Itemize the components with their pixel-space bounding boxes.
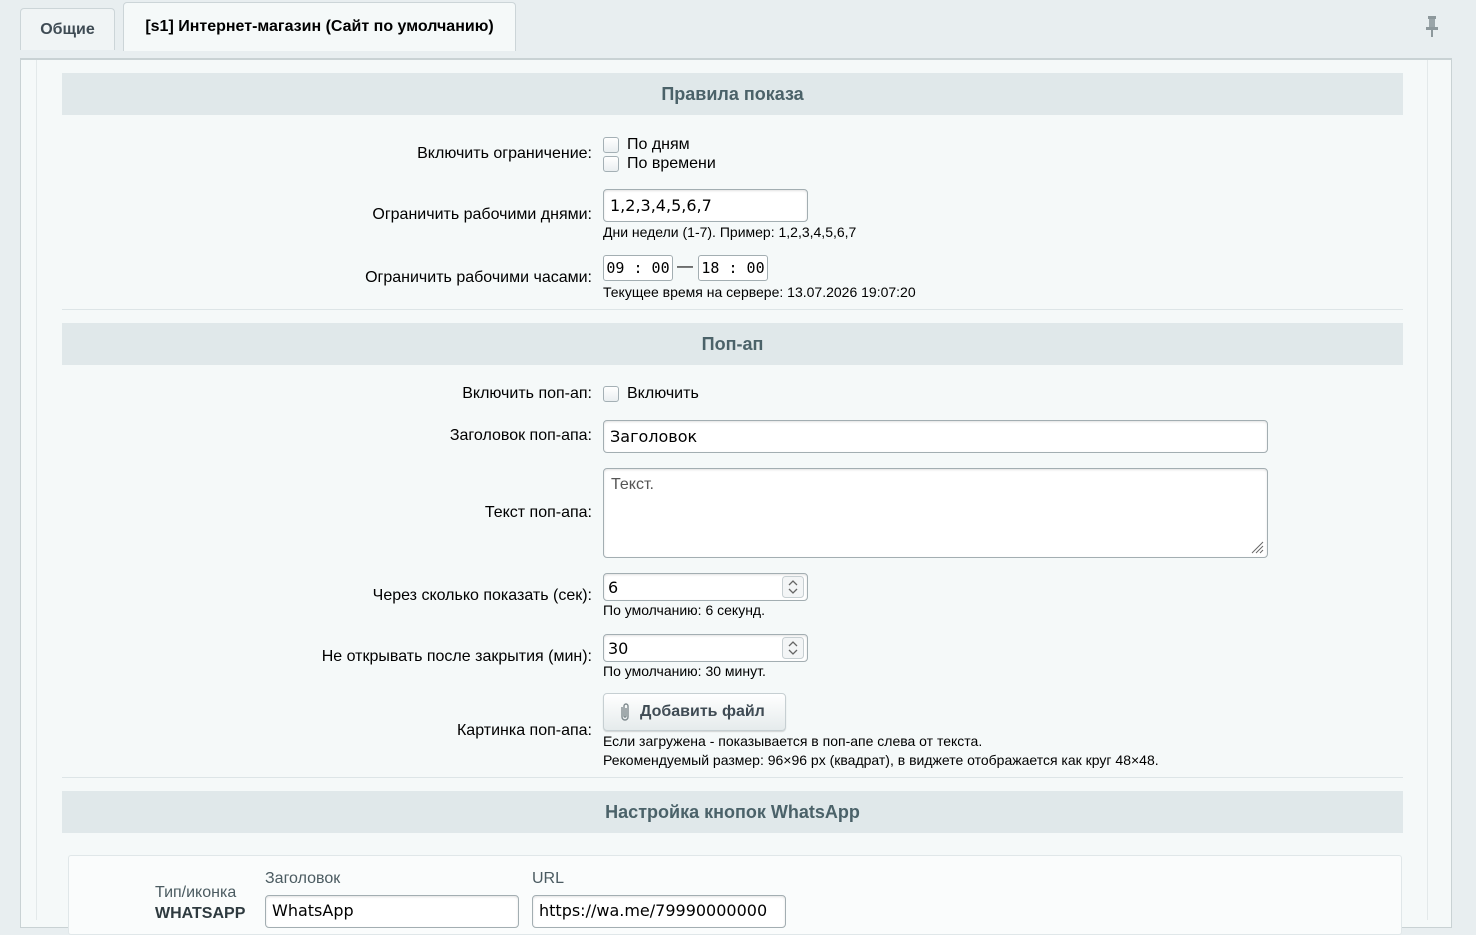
popup-title-input[interactable]: Заголовок [603,420,1268,453]
popup-enable-row[interactable]: Включить [603,385,699,403]
col-head-type: Тип/иконка [155,884,237,901]
popup-image-hint-1: Если загружена - показывается в поп-апе … [603,733,983,749]
divider [62,777,1403,778]
popup-reopen-hint: По умолчанию: 30 минут. [603,663,766,679]
section-title-display-rules: Правила показа [62,73,1403,115]
paperclip-icon [621,703,629,721]
pin-icon[interactable] [1424,16,1440,38]
popup-enable-label: Включить поп-ап: [462,385,592,402]
work-hours-label: Ограничить рабочими часами: [365,269,592,286]
add-file-button-label: Добавить файл [640,703,765,720]
popup-reopen-label: Не открывать после закрытия (мин): [321,648,592,665]
by-days-checkbox[interactable] [603,137,619,153]
popup-enable-checkbox-label: Включить [627,385,699,402]
popup-image-label: Картинка поп-апа: [456,722,592,739]
popup-text-textarea[interactable]: Текст. [603,468,1268,558]
popup-image-hint-2: Рекомендуемый размер: 96×96 px (квадрат)… [603,752,1159,768]
popup-delay-input[interactable]: 6 [603,573,808,601]
add-file-button[interactable]: Добавить файл [603,693,786,731]
popup-delay-value: 6 [608,577,619,597]
popup-title-label: Заголовок поп-апа: [449,427,592,444]
type-value: WHATSAPP [155,905,246,922]
popup-reopen-value: 30 [608,638,629,658]
limit-label: Включить ограничение: [417,145,592,162]
by-time-label: По времени [627,155,716,172]
time-from-input[interactable]: 09 : 00 [603,255,673,281]
time-to-input[interactable]: 18 : 00 [698,255,768,281]
col-head-url: URL [532,870,565,887]
tab-general[interactable]: Общие [20,8,115,50]
tab-bar: Общие [s1] Интернет-магазин (Сайт по умо… [0,0,1476,60]
popup-enable-checkbox[interactable] [603,386,619,402]
by-time-checkbox[interactable] [603,156,619,172]
popup-text-value: Текст. [611,476,654,493]
spinner-arrows-icon[interactable] [782,576,804,598]
popup-delay-hint: По умолчанию: 6 секунд. [603,602,765,618]
spinner-arrows-icon[interactable] [782,637,804,659]
section-title-whatsapp: Настройка кнопок WhatsApp [62,791,1403,833]
whatsapp-url-input[interactable]: https://wa.me/79990000000 [532,895,786,928]
whatsapp-title-input[interactable]: WhatsApp [265,895,519,928]
checkbox-by-days-row[interactable]: По дням [603,136,690,154]
work-days-hint: Дни недели (1-7). Пример: 1,2,3,4,5,6,7 [603,224,857,240]
time-range-dash: — [677,258,693,275]
popup-delay-label: Через сколько показать (сек): [372,587,592,604]
popup-text-label: Текст поп-апа: [484,504,592,521]
section-title-popup: Поп-ап [62,323,1403,365]
work-days-label: Ограничить рабочими днями: [372,206,592,223]
checkbox-by-time-row[interactable]: По времени [603,155,716,173]
col-head-title: Заголовок [265,870,341,887]
work-days-input[interactable]: 1,2,3,4,5,6,7 [603,189,808,222]
resize-handle-icon[interactable] [1250,540,1264,554]
server-time-hint: Текущее время на сервере: 13.07.2026 19:… [603,284,916,300]
by-days-label: По дням [627,136,690,153]
divider [62,309,1403,310]
tab-site-s1[interactable]: [s1] Интернет-магазин (Сайт по умолчанию… [123,2,516,51]
popup-reopen-input[interactable]: 30 [603,634,808,662]
